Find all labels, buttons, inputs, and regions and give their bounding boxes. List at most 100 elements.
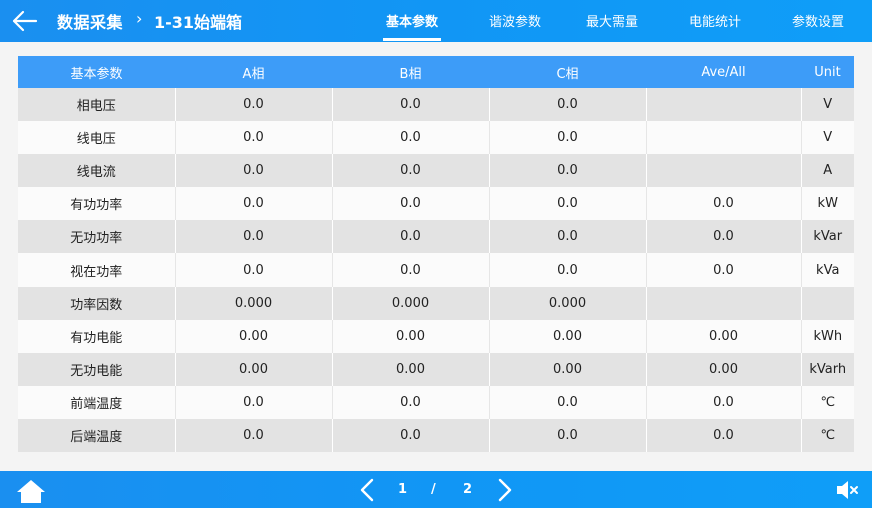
value-cell: 0.0	[645, 418, 801, 453]
chevron-right-icon[interactable]	[495, 477, 515, 503]
value-cell: 0.000	[488, 286, 646, 320]
value-cell: 0.00	[331, 319, 489, 353]
unit-cell: kVar	[800, 220, 854, 254]
value-cell: 0.0	[488, 187, 646, 221]
page-separator: /	[431, 482, 436, 497]
value-cell: 0.0	[488, 418, 646, 453]
tab-max-demand[interactable]: 最大需量	[586, 11, 638, 30]
column-header: Unit	[801, 56, 854, 88]
value-cell: 0.0	[488, 121, 646, 155]
value-cell: 0.0	[488, 154, 646, 188]
table-header-row: 基本参数 A相 B相 C相 Ave/All Unit	[18, 56, 854, 88]
row-label: 线电压	[18, 121, 175, 155]
table-row: 无功功率 0.0 0.0 0.0 0.0 kVar	[18, 220, 854, 254]
value-cell: 0.00	[488, 319, 646, 353]
row-label: 前端温度	[18, 385, 175, 419]
column-header: B相	[332, 56, 489, 88]
value-cell: 0.0	[645, 385, 801, 419]
value-cell: 0.0	[645, 220, 801, 254]
table-row: 线电压 0.0 0.0 0.0 V	[18, 121, 854, 155]
value-cell	[645, 286, 801, 320]
table-row: 功率因数 0.000 0.000 0.000	[18, 286, 854, 320]
speaker-mute-icon[interactable]	[834, 479, 860, 501]
value-cell: 0.0	[174, 385, 332, 419]
unit-cell: V	[800, 88, 854, 122]
unit-cell: kWh	[800, 319, 854, 353]
basic-params-table: 基本参数 A相 B相 C相 Ave/All Unit 相电压 0.0 0.0 0.0 V…	[18, 56, 854, 453]
row-label: 有功功率	[18, 187, 175, 221]
back-arrow-icon[interactable]	[10, 7, 38, 35]
unit-cell: ℃	[800, 418, 854, 453]
unit-cell: A	[800, 154, 854, 188]
row-label: 相电压	[18, 88, 175, 122]
tab-energy-stats[interactable]: 电能统计	[689, 11, 741, 30]
column-header: Ave/All	[646, 56, 801, 88]
value-cell: 0.0	[331, 154, 489, 188]
value-cell: 0.0	[331, 88, 489, 122]
table-row: 有功电能 0.00 0.00 0.00 0.00 kWh	[18, 319, 854, 353]
value-cell: 0.0	[331, 253, 489, 287]
column-header: C相	[489, 56, 646, 88]
row-label: 后端温度	[18, 418, 175, 453]
value-cell: 0.00	[645, 319, 801, 353]
value-cell: 0.0	[174, 88, 332, 122]
row-label: 无功功率	[18, 220, 175, 254]
value-cell: 0.00	[331, 352, 489, 386]
value-cell: 0.0	[174, 418, 332, 453]
value-cell: 0.0	[331, 385, 489, 419]
unit-cell: kVa	[800, 253, 854, 287]
breadcrumb-device: 1-31始端箱	[154, 13, 243, 32]
value-cell: 0.0	[174, 154, 332, 188]
value-cell: 0.0	[174, 253, 332, 287]
value-cell: 0.0	[645, 187, 801, 221]
unit-cell: V	[800, 121, 854, 155]
table-row: 前端温度 0.0 0.0 0.0 0.0 ℃	[18, 385, 854, 419]
value-cell: 0.000	[174, 286, 332, 320]
row-label: 功率因数	[18, 286, 175, 320]
tab-basic-params[interactable]: 基本参数	[382, 11, 442, 41]
value-cell: 0.0	[331, 187, 489, 221]
table-row: 后端温度 0.0 0.0 0.0 0.0 ℃	[18, 418, 854, 453]
breadcrumb-separator: ›	[136, 9, 143, 28]
top-bar: 数据采集 › 1-31始端箱 基本参数 谐波参数 最大需量 电能统计 参数设置	[0, 0, 872, 42]
column-header: A相	[175, 56, 332, 88]
value-cell: 0.0	[331, 121, 489, 155]
value-cell: 0.0	[488, 253, 646, 287]
value-cell: 0.0	[645, 253, 801, 287]
unit-cell	[800, 286, 854, 320]
value-cell: 0.00	[174, 319, 332, 353]
page-current: 1	[398, 482, 408, 497]
tab-harmonic-params[interactable]: 谐波参数	[489, 11, 541, 30]
chevron-left-icon[interactable]	[357, 477, 377, 503]
value-cell: 0.0	[488, 88, 646, 122]
unit-cell: kVarh	[800, 352, 854, 386]
value-cell: 0.00	[488, 352, 646, 386]
value-cell: 0.0	[174, 220, 332, 254]
page-total: 2	[463, 482, 473, 497]
value-cell	[645, 88, 801, 122]
table-row: 有功功率 0.0 0.0 0.0 0.0 kW	[18, 187, 854, 221]
row-label: 视在功率	[18, 253, 175, 287]
value-cell: 0.000	[331, 286, 489, 320]
table-row: 相电压 0.0 0.0 0.0 V	[18, 88, 854, 122]
value-cell: 0.0	[174, 187, 332, 221]
value-cell: 0.0	[174, 121, 332, 155]
column-header: 基本参数	[18, 56, 175, 88]
table-row: 无功电能 0.00 0.00 0.00 0.00 kVarh	[18, 352, 854, 386]
tab-settings[interactable]: 参数设置	[792, 11, 844, 30]
row-label: 无功电能	[18, 352, 175, 386]
value-cell	[645, 121, 801, 155]
table-row: 视在功率 0.0 0.0 0.0 0.0 kVa	[18, 253, 854, 287]
home-icon[interactable]	[16, 478, 46, 504]
row-label: 线电流	[18, 154, 175, 188]
unit-cell: ℃	[800, 385, 854, 419]
value-cell	[645, 154, 801, 188]
value-cell: 0.00	[174, 352, 332, 386]
row-label: 有功电能	[18, 319, 175, 353]
value-cell: 0.0	[488, 220, 646, 254]
value-cell: 0.0	[331, 220, 489, 254]
value-cell: 0.00	[645, 352, 801, 386]
value-cell: 0.0	[488, 385, 646, 419]
page-title: 数据采集	[57, 13, 124, 32]
value-cell: 0.0	[331, 418, 489, 453]
